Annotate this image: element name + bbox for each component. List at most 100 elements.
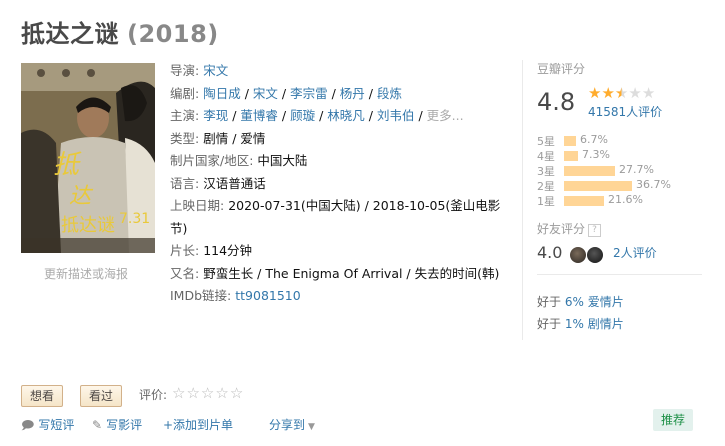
better-than-row: 好于 6% 爱情片 (537, 295, 624, 309)
writer-link[interactable]: 杨丹 (340, 86, 365, 101)
writer-link[interactable]: 李宗雷 (290, 86, 328, 101)
aka-value: 野蛮生长 / The Enigma Of Arrival / 失去的时间(韩) (203, 265, 500, 281)
rating-dist-label: 5星 (537, 135, 555, 148)
share-dropdown[interactable]: 分享到 ▼ (269, 416, 315, 433)
rating-dist-label: 2星 (537, 180, 555, 193)
cast-row: 主演: 李现 / 董博睿 / 顾璇 / 林晓凡 / 刘韦伯 / 更多... (170, 108, 464, 123)
movie-year: (2018) (127, 20, 219, 48)
cast-link[interactable]: 林晓凡 (327, 108, 365, 123)
avatar[interactable] (587, 246, 603, 263)
rating-dist-bar (564, 136, 576, 146)
star-empty-icon: ★ (641, 84, 656, 102)
star-empty-icon: ★ (628, 84, 642, 102)
star-outline-icon[interactable]: ☆ (186, 384, 200, 402)
country-row: 制片国家/地区: 中国大陆 (170, 150, 510, 173)
runtime-label: 片长: (170, 243, 200, 258)
rating-dist-pct: 6.7% (580, 133, 608, 146)
cast-more-link[interactable]: 更多... (427, 108, 464, 123)
cast-link[interactable]: 李现 (203, 108, 228, 123)
write-short-review[interactable]: 🗩 写短评 (21, 416, 74, 437)
write-review[interactable]: ✎ 写影评 (92, 416, 142, 433)
better-than-row: 好于 1% 剧情片 (537, 317, 624, 331)
rating-votes-link[interactable]: 41581人评价 (588, 103, 662, 120)
rating-label: 豆瓣评分 (537, 62, 586, 76)
rating-dist-bar (564, 151, 578, 161)
avatar[interactable] (570, 246, 586, 263)
star-half-icon: ★ (614, 84, 629, 102)
country-value: 中国大陆 (257, 153, 308, 168)
rating-dist-bar (564, 181, 632, 191)
writer-row: 编剧: 陶日成 / 宋文 / 李宗雷 / 杨丹 / 段炼 (170, 85, 402, 101)
svg-text:抵: 抵 (53, 150, 82, 180)
genre-label: 类型: (170, 130, 200, 146)
star-outline-icon[interactable]: ☆ (172, 384, 186, 402)
star-full-icon: ★ (601, 84, 615, 102)
language-label: 语言: (170, 175, 200, 191)
help-icon[interactable]: ? (588, 224, 602, 237)
watched-button[interactable]: 看过 (80, 385, 123, 407)
friend-score: 4.0 (537, 243, 563, 262)
cast-link[interactable]: 顾璇 (290, 108, 315, 123)
movie-info: 导演: 宋文 编剧: 陶日成 / 宋文 / 李宗雷 / 杨丹 / 段炼 主演: … (170, 60, 510, 308)
director-link[interactable]: 宋文 (203, 63, 228, 78)
rating-dist-pct: 7.3% (582, 148, 610, 161)
rating-dist-pct: 36.7% (636, 178, 671, 191)
cast-link[interactable]: 董博睿 (240, 108, 278, 123)
star-outline-icon[interactable]: ☆ (215, 384, 229, 402)
poster-image[interactable]: 抵 达 抵达谜 7.31 (21, 63, 155, 253)
add-to-list[interactable]: +添加到片单 (163, 416, 233, 433)
want-to-watch-button[interactable]: 想看 (21, 385, 64, 407)
writer-label: 编剧: (170, 85, 200, 101)
writer-link[interactable]: 段炼 (377, 86, 402, 101)
language-value: 汉语普通话 (203, 175, 266, 191)
writer-link[interactable]: 宋文 (253, 86, 278, 101)
sidebar-hr (537, 274, 702, 275)
pencil-icon: ✎ (92, 418, 103, 432)
svg-text:抵达谜: 抵达谜 (61, 215, 115, 236)
imdb-row: IMDb链接: tt9081510 (170, 285, 510, 308)
better-than-genre[interactable]: 剧情片 (588, 317, 624, 331)
svg-text:7.31: 7.31 (119, 211, 150, 227)
aka-row: 又名: 野蛮生长 / The Enigma Of Arrival / 失去的时间… (170, 263, 510, 286)
genre-row: 类型: 剧情 / 爱情 (170, 130, 266, 146)
rating-dist-bar (564, 166, 615, 176)
comment-icon: 🗩 (21, 418, 35, 432)
cast-label: 主演: (170, 108, 200, 123)
movie-title: 抵达之谜 (21, 20, 119, 48)
cast-link[interactable]: 刘韦伯 (377, 108, 415, 123)
better-than-pct[interactable]: 6% (565, 295, 584, 309)
writer-link[interactable]: 陶日成 (203, 86, 241, 101)
director-row: 导演: 宋文 (170, 60, 510, 83)
update-poster-link[interactable]: 更新描述或海报 (44, 265, 128, 282)
rating-dist-bar (564, 196, 604, 206)
poster-art: 抵 达 抵达谜 7.31 (21, 63, 155, 253)
release-row: 上映日期: 2020-07-31(中国大陆) / 2018-10-05(釜山电影… (170, 195, 510, 240)
rating-dist-pct: 21.6% (608, 193, 643, 206)
language-row: 语言: 汉语普通话 (170, 173, 510, 196)
friend-rating-label: 好友评分? (537, 220, 602, 237)
genre-value: 剧情 (203, 130, 229, 146)
better-than-pct[interactable]: 1% (565, 317, 584, 331)
svg-text:达: 达 (69, 184, 94, 209)
runtime-value: 114分钟 (203, 243, 253, 258)
rating-dist-label: 1星 (537, 195, 555, 208)
page-title: 抵达之谜 (2018) (21, 14, 219, 49)
rating-dist-pct: 27.7% (619, 163, 654, 176)
friend-votes-link[interactable]: 2人评价 (613, 244, 657, 261)
rating-dist-label: 4星 (537, 150, 555, 163)
runtime-row: 片长: 114分钟 (170, 240, 510, 263)
rating-score: 4.8 (537, 88, 576, 116)
better-than-genre[interactable]: 爱情片 (588, 295, 624, 309)
caret-down-icon: ▼ (308, 422, 315, 432)
recommend-button[interactable]: 推荐 (653, 409, 694, 431)
rating-dist-label: 3星 (537, 165, 555, 178)
imdb-link[interactable]: tt9081510 (235, 288, 300, 303)
rate-stars[interactable]: ☆☆☆☆☆ (172, 384, 244, 402)
rate-label: 评价: (139, 388, 168, 402)
country-label: 制片国家/地区: (170, 153, 254, 168)
genre-value: 爱情 (240, 130, 266, 146)
aka-label: 又名: (170, 265, 200, 281)
star-outline-icon[interactable]: ☆ (230, 384, 244, 402)
director-label: 导演: (170, 63, 200, 78)
star-outline-icon[interactable]: ☆ (201, 384, 215, 402)
